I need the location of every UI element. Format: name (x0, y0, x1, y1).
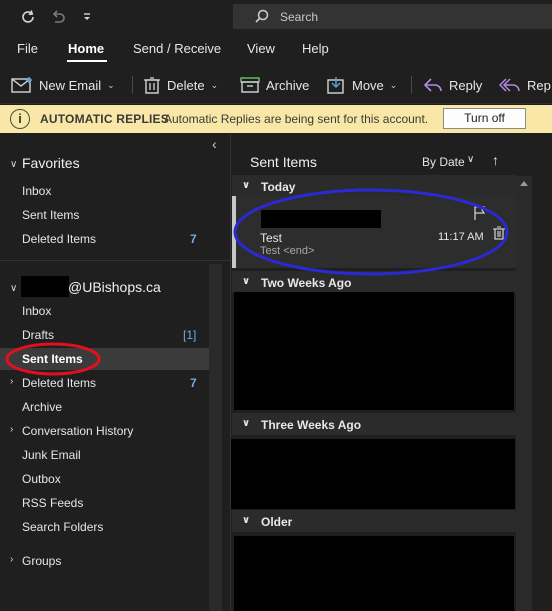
redacted-messages (234, 536, 514, 611)
tab-send-receive[interactable]: Send / Receive (133, 41, 221, 56)
ribbon-divider (411, 76, 412, 94)
ribbon: New Email ⌄ Delete ⌄ Archive Move ⌄ Repl… (0, 64, 552, 104)
delete-button[interactable]: Delete ⌄ (143, 74, 218, 96)
reply-all-icon (499, 76, 527, 94)
sidebar-item-junk-email[interactable]: Junk Email (22, 448, 81, 462)
turn-off-button[interactable]: Turn off (443, 108, 526, 129)
group-header-three-weeks-ago[interactable]: ∨ Three Weeks Ago (232, 413, 516, 435)
sidebar-item-groups[interactable]: Groups (22, 554, 61, 568)
chevron-down-icon[interactable]: ∨ (10, 283, 17, 294)
reply-all-label: Rep (527, 77, 551, 93)
title-bar: Search (0, 0, 552, 34)
account-header[interactable]: @UBishops.ca (68, 279, 161, 295)
sidebar-item-favorites-deleted[interactable]: Deleted Items (22, 232, 96, 246)
search-input[interactable]: Search (280, 10, 318, 24)
unread-count: 7 (190, 232, 197, 246)
redacted-account-name (21, 276, 69, 297)
deleted-count: 7 (190, 376, 197, 390)
sidebar-item-favorites-inbox[interactable]: Inbox (22, 184, 51, 198)
divider (0, 260, 230, 261)
chevron-down-icon: ∨ (242, 418, 251, 429)
sidebar-item-favorites-sent[interactable]: Sent Items (22, 208, 79, 222)
red-annotation-ellipse (5, 342, 101, 376)
reply-all-button[interactable]: Rep (499, 74, 551, 96)
sort-direction-arrow-icon[interactable]: ↑ (492, 152, 499, 168)
chevron-down-icon: ∨ (242, 515, 251, 526)
move-button[interactable]: Move ⌄ (326, 74, 397, 96)
sidebar-item-archive[interactable]: Archive (22, 400, 62, 414)
redacted-messages (231, 439, 515, 509)
delete-label: Delete (167, 77, 205, 93)
archive-button[interactable]: Archive (240, 74, 309, 96)
mail-icon (11, 76, 39, 94)
undo-icon[interactable] (49, 8, 67, 26)
archive-icon (240, 76, 266, 94)
reply-button[interactable]: Reply (423, 74, 482, 96)
message-list-title: Sent Items (250, 154, 317, 170)
move-label: Move (352, 77, 384, 93)
customize-toolbar-icon[interactable] (78, 8, 96, 26)
sidebar-item-conversation-history[interactable]: Conversation History (22, 424, 133, 438)
sidebar-item-outbox[interactable]: Outbox (22, 472, 61, 486)
folder-pane-scrollbar[interactable] (209, 264, 222, 611)
chevron-down-icon[interactable]: ⌄ (390, 80, 398, 91)
search-box[interactable]: Search (233, 4, 552, 29)
active-tab-indicator (67, 60, 107, 62)
drafts-count: [1] (183, 328, 197, 342)
chevron-down-icon[interactable]: ⌄ (107, 80, 115, 91)
sync-icon[interactable] (19, 8, 37, 26)
blue-annotation-ellipse (233, 188, 509, 276)
chevron-right-icon[interactable]: › (10, 554, 13, 565)
trash-icon (143, 76, 167, 94)
move-icon (326, 76, 352, 94)
infobar-message: Automatic Replies are being sent for thi… (164, 112, 429, 126)
new-email-button[interactable]: New Email ⌄ (11, 74, 115, 96)
reply-label: Reply (449, 77, 483, 93)
search-icon (253, 8, 271, 26)
tab-help[interactable]: Help (302, 41, 329, 56)
favorites-header[interactable]: Favorites (22, 155, 80, 171)
message-list: Sent Items By Date ∨ ↑ ∨ Today Test Test… (230, 134, 552, 611)
ribbon-divider (132, 76, 133, 94)
info-icon: i (10, 109, 30, 129)
sidebar-item-deleted[interactable]: Deleted Items (22, 376, 96, 390)
sidebar-item-drafts[interactable]: Drafts (22, 328, 54, 342)
sidebar-item-search-folders[interactable]: Search Folders (22, 520, 103, 534)
sort-by-dropdown[interactable]: By Date (422, 155, 465, 169)
new-email-label: New Email (39, 77, 102, 93)
tab-file[interactable]: File (17, 41, 38, 56)
chevron-down-icon[interactable]: ∨ (10, 159, 17, 170)
archive-label: Archive (266, 77, 310, 93)
scroll-up-icon[interactable] (520, 181, 528, 186)
chevron-down-icon[interactable]: ⌄ (211, 80, 219, 91)
tab-home[interactable]: Home (68, 41, 104, 56)
message-list-scrollbar[interactable] (516, 176, 532, 611)
folder-pane: ‹ ∨ Favorites Inbox Sent Items Deleted I… (0, 134, 230, 611)
chevron-right-icon[interactable]: › (10, 376, 13, 387)
group-header-older[interactable]: ∨ Older (232, 510, 516, 532)
menu-bar: File Home Send / Receive View Help (0, 34, 552, 64)
chevron-right-icon[interactable]: › (10, 424, 13, 435)
tab-view[interactable]: View (247, 41, 275, 56)
reply-icon (423, 76, 449, 94)
collapse-pane-icon[interactable]: ‹ (212, 136, 217, 152)
sidebar-item-rss-feeds[interactable]: RSS Feeds (22, 496, 83, 510)
automatic-replies-infobar: i AUTOMATIC REPLIES Automatic Replies ar… (0, 105, 552, 133)
chevron-down-icon[interactable]: ∨ (467, 154, 474, 165)
infobar-title: AUTOMATIC REPLIES (40, 112, 169, 126)
redacted-messages (234, 292, 514, 410)
sidebar-item-inbox[interactable]: Inbox (22, 304, 51, 318)
